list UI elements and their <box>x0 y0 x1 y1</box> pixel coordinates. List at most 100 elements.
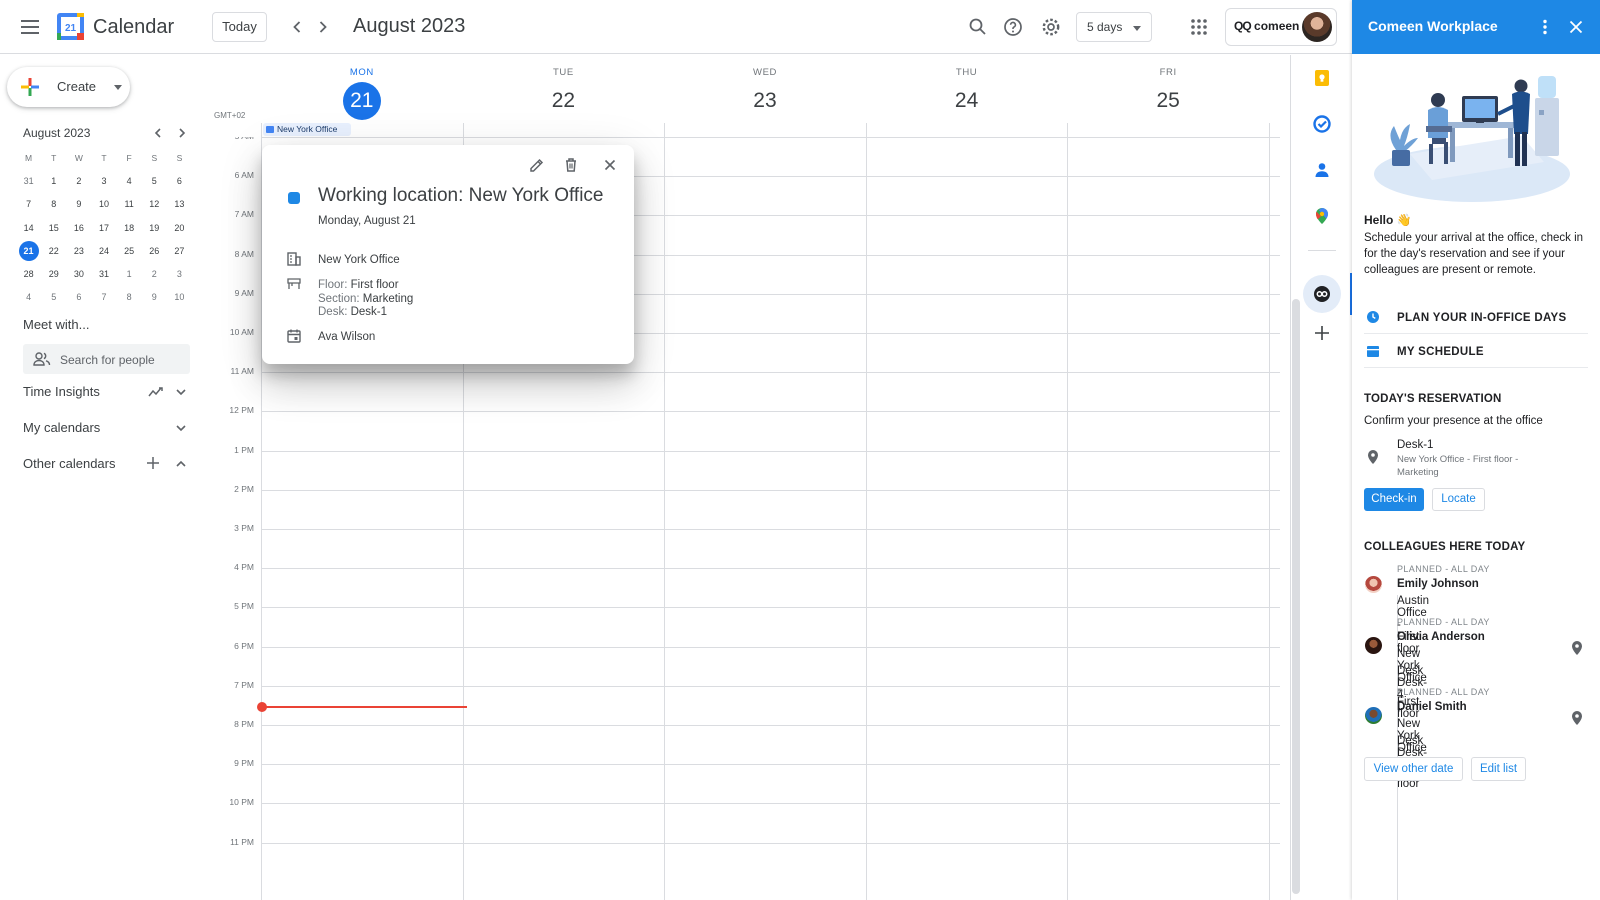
today-button[interactable]: Today <box>212 12 267 42</box>
day-header[interactable]: MON 21 <box>261 67 463 120</box>
mini-day[interactable]: 14 <box>16 217 41 240</box>
user-avatar[interactable] <box>1302 12 1332 42</box>
mini-day[interactable]: 3 <box>91 170 116 193</box>
mini-day[interactable]: 30 <box>66 263 91 286</box>
other-calendars-label[interactable]: Other calendars <box>23 456 116 471</box>
time-insights-label[interactable]: Time Insights <box>23 384 100 399</box>
mini-day[interactable]: 4 <box>16 286 41 309</box>
view-other-date-button[interactable]: View other date <box>1364 757 1463 781</box>
mini-day[interactable]: 31 <box>16 170 41 193</box>
mini-day[interactable]: 5 <box>41 286 66 309</box>
locate-button[interactable]: Locate <box>1432 488 1485 511</box>
edit-list-button[interactable]: Edit list <box>1471 757 1526 781</box>
mini-day[interactable]: 7 <box>16 193 41 216</box>
mini-day[interactable]: 2 <box>66 170 91 193</box>
mini-day[interactable]: 9 <box>142 286 167 309</box>
mini-day[interactable]: 12 <box>142 193 167 216</box>
mini-day-number: 31 <box>98 268 109 279</box>
mini-day[interactable]: 27 <box>167 240 192 263</box>
day-header[interactable]: WED 23 <box>664 67 866 120</box>
mini-day[interactable]: 29 <box>41 263 66 286</box>
settings-gear-icon[interactable] <box>1039 15 1063 39</box>
mini-day[interactable]: 23 <box>66 240 91 263</box>
close-panel-icon[interactable] <box>1566 17 1586 37</box>
my-calendars-label[interactable]: My calendars <box>23 420 100 435</box>
mini-day[interactable]: 19 <box>142 217 167 240</box>
help-icon[interactable] <box>1001 15 1025 39</box>
previous-week-chevron-icon[interactable] <box>285 15 309 39</box>
mini-day[interactable]: 3 <box>167 263 192 286</box>
day-number[interactable]: 21 <box>342 82 381 120</box>
create-dropdown-caret-icon[interactable] <box>114 85 122 90</box>
working-location-chip[interactable]: New York Office <box>263 123 351 136</box>
event-desk-details: Floor: First floor Section: Marketing De… <box>318 279 413 320</box>
plan-in-office-days-menu-item[interactable]: PLAN YOUR IN-OFFICE DAYS <box>1364 302 1588 334</box>
edit-pencil-icon[interactable] <box>527 155 547 175</box>
mini-day[interactable]: 13 <box>167 193 192 216</box>
search-people-input[interactable]: Search for people <box>23 344 190 374</box>
my-schedule-menu-item[interactable]: MY SCHEDULE <box>1364 336 1588 368</box>
main-menu-icon[interactable] <box>18 16 42 38</box>
mini-day[interactable]: 1 <box>117 263 142 286</box>
mini-day[interactable]: 4 <box>117 170 142 193</box>
my-calendars-chevron-down-icon[interactable] <box>173 420 189 436</box>
keep-notes-icon[interactable] <box>1312 68 1332 88</box>
mini-day[interactable]: 20 <box>167 217 192 240</box>
mini-day[interactable]: 17 <box>91 217 116 240</box>
mini-day[interactable]: 9 <box>66 193 91 216</box>
day-number[interactable]: 22 <box>544 82 582 120</box>
mini-day-number: 12 <box>149 199 160 210</box>
mini-day[interactable]: 10 <box>167 286 192 309</box>
mini-next-month-chevron-icon[interactable] <box>174 125 190 141</box>
mini-day[interactable]: 11 <box>117 193 142 216</box>
create-button[interactable]: Create <box>7 67 130 107</box>
day-header[interactable]: TUE 22 <box>463 67 665 120</box>
day-number[interactable]: 23 <box>746 82 784 120</box>
mini-day[interactable]: 8 <box>117 286 142 309</box>
mini-prev-month-chevron-icon[interactable] <box>150 125 166 141</box>
contacts-icon[interactable] <box>1312 160 1332 180</box>
mini-day[interactable]: 25 <box>117 240 142 263</box>
mini-day[interactable]: 1 <box>41 170 66 193</box>
google-apps-grid-icon[interactable] <box>1189 17 1209 37</box>
mini-day[interactable]: 16 <box>66 217 91 240</box>
close-popup-icon[interactable] <box>600 155 620 175</box>
mini-day[interactable]: 7 <box>91 286 116 309</box>
mini-day[interactable]: 22 <box>41 240 66 263</box>
mini-day[interactable]: 5 <box>142 170 167 193</box>
calendar-logo-icon[interactable]: 21 <box>57 13 84 40</box>
mini-week-row: 28 29 30 31 1 2 3 <box>16 263 192 286</box>
add-calendar-plus-icon[interactable] <box>145 455 161 471</box>
comeen-addon-icon[interactable] <box>1312 284 1332 304</box>
view-mode-select[interactable]: 5 days <box>1076 12 1152 42</box>
locate-colleague-pin-icon[interactable] <box>1570 710 1584 726</box>
mini-day[interactable]: 26 <box>142 240 167 263</box>
mini-day[interactable]: 10 <box>91 193 116 216</box>
mini-day[interactable]: 18 <box>117 217 142 240</box>
next-week-chevron-icon[interactable] <box>311 15 335 39</box>
maps-icon[interactable] <box>1312 206 1332 226</box>
other-calendars-chevron-up-icon[interactable] <box>173 456 189 472</box>
mini-day[interactable]: 28 <box>16 263 41 286</box>
mini-day[interactable]: 31 <box>91 263 116 286</box>
check-in-button[interactable]: Check-in <box>1364 488 1424 511</box>
more-options-icon[interactable] <box>1535 17 1555 37</box>
tasks-icon[interactable] <box>1312 114 1332 134</box>
day-header[interactable]: THU 24 <box>866 67 1068 120</box>
day-number[interactable]: 24 <box>948 82 986 120</box>
day-header[interactable]: FRI 25 <box>1067 67 1269 120</box>
day-number[interactable]: 25 <box>1149 82 1187 120</box>
mini-day[interactable]: 8 <box>41 193 66 216</box>
delete-trash-icon[interactable] <box>561 155 581 175</box>
locate-colleague-pin-icon[interactable] <box>1570 640 1584 656</box>
mini-day[interactable]: 6 <box>167 170 192 193</box>
mini-day[interactable]: 2 <box>142 263 167 286</box>
get-addons-plus-icon[interactable] <box>1312 323 1332 343</box>
mini-day[interactable]: 21 <box>16 240 41 263</box>
search-icon[interactable] <box>966 15 990 39</box>
mini-day[interactable]: 15 <box>41 217 66 240</box>
account-chip[interactable]: QQ comeen <box>1225 8 1337 46</box>
time-insights-chevron-down-icon[interactable] <box>173 384 189 400</box>
mini-day[interactable]: 6 <box>66 286 91 309</box>
mini-day[interactable]: 24 <box>91 240 116 263</box>
